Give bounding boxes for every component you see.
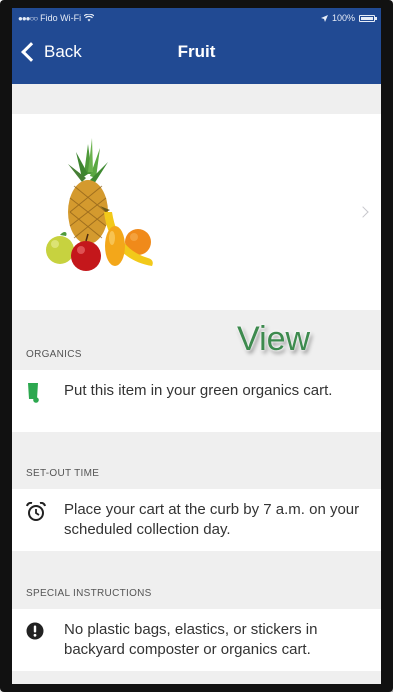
set-out-time-row: Place your cart at the curb by 7 a.m. on… [12, 489, 381, 551]
section-header-special-instructions: SPECIAL INSTRUCTIONS [26, 588, 152, 599]
status-left: ●●●○○ Fido Wi-Fi [18, 13, 95, 23]
special-instructions-row: No plastic bags, elastics, or stickers i… [12, 609, 381, 671]
alarm-clock-icon [26, 502, 46, 521]
app-screen: ●●●○○ Fido Wi-Fi 100% Back Fruit View OR… [12, 8, 381, 684]
carrier-name: Fido Wi-Fi [40, 13, 82, 23]
organics-instruction: Put this item in your green organics car… [64, 382, 333, 399]
section-header-set-out-time: SET-OUT TIME [26, 468, 100, 479]
signal-strength: ●●●○○ [18, 13, 38, 23]
fruit-image [46, 138, 153, 271]
section-header-organics: ORGANICS [26, 349, 82, 360]
page-title: Fruit [177, 42, 216, 61]
wifi-icon [84, 14, 95, 22]
special-instructions-text: No plastic bags, elastics, or stickers i… [64, 621, 318, 658]
battery-icon [359, 14, 377, 22]
status-right: 100% [320, 13, 377, 23]
organics-row: Put this item in your green organics car… [12, 370, 381, 432]
set-out-time-instruction: Place your cart at the curb by 7 a.m. on… [64, 501, 360, 538]
view-overlay-text: View [237, 320, 311, 358]
location-arrow-icon [320, 14, 328, 22]
view-overlay-label: View [237, 320, 310, 359]
green-cart-icon [28, 383, 39, 403]
battery-percent: 100% [331, 13, 355, 23]
status-bar: ●●●○○ Fido Wi-Fi 100% [12, 8, 381, 30]
navigation-bar: ●●●○○ Fido Wi-Fi 100% Back Fruit [12, 8, 381, 84]
alert-icon [26, 622, 44, 640]
nav-bar: Back Fruit [12, 32, 381, 76]
device-frame: ●●●○○ Fido Wi-Fi 100% Back Fruit View OR… [0, 0, 393, 692]
chevron-right-icon [357, 206, 369, 218]
item-image-card[interactable] [12, 114, 381, 310]
